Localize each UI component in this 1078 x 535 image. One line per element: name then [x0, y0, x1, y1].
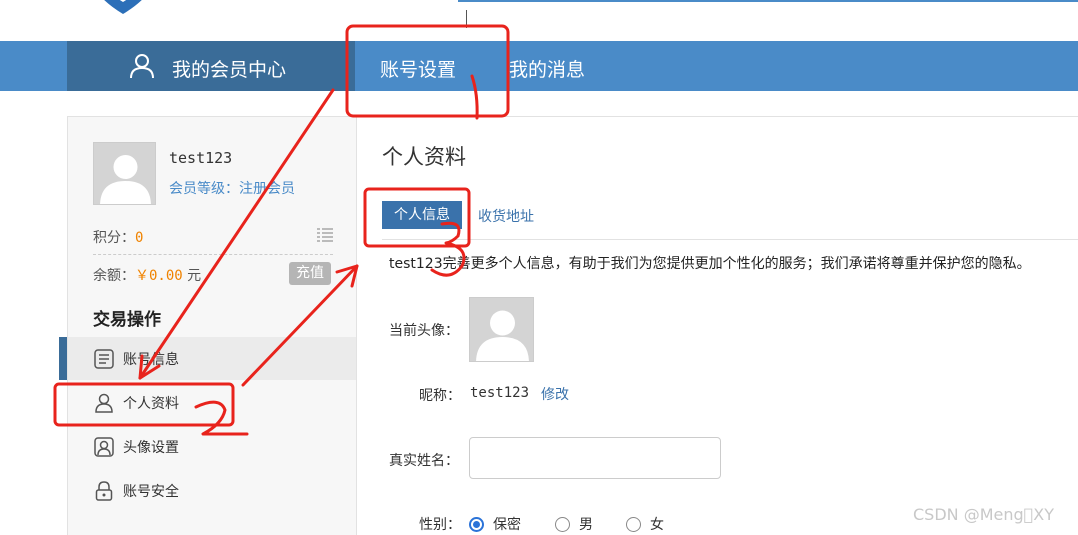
points-label: 积分：	[93, 230, 135, 246]
list-icon[interactable]	[317, 228, 333, 242]
nickname-label: 昵称：	[419, 388, 461, 404]
realname-label: 真实姓名：	[389, 453, 459, 469]
logo-icon	[104, 0, 142, 14]
balance-label: 余额：	[93, 268, 135, 284]
account-info-icon	[94, 348, 114, 369]
content-top-border	[357, 116, 1078, 117]
nav-member-center-label: 我的会员中心	[172, 59, 287, 81]
main-nav: 我的会员中心 账号设置 我的消息	[0, 41, 1078, 91]
recharge-button[interactable]: 充值	[289, 262, 331, 285]
balance-value: ￥0.00	[135, 268, 183, 284]
radio-checked-icon	[469, 516, 484, 532]
avatar	[93, 142, 156, 205]
avatar-placeholder-icon	[100, 155, 151, 204]
sidebar-item-label: 头像设置	[123, 439, 179, 456]
sidebar-item-label: 账号安全	[123, 483, 179, 500]
radio-unchecked-icon	[626, 516, 641, 532]
modify-nickname-link[interactable]: 修改	[541, 384, 569, 404]
person-icon	[95, 393, 113, 413]
tab-personal-info[interactable]: 个人信息	[382, 201, 462, 229]
realname-input[interactable]	[469, 437, 721, 479]
header-divider	[458, 0, 1078, 2]
page-title: 个人资料	[382, 145, 466, 169]
sidebar-item-account-info[interactable]: 账号信息	[59, 337, 356, 380]
lock-icon	[95, 480, 113, 501]
gender-option-label: 女	[650, 517, 664, 533]
gender-label: 性别：	[419, 517, 461, 533]
avatar-placeholder-icon	[476, 310, 529, 361]
gender-option-label: 保密	[493, 517, 521, 533]
sidebar-item-label: 个人资料	[123, 395, 179, 412]
nav-my-messages[interactable]: 我的消息	[509, 55, 585, 82]
radio-unchecked-icon	[555, 516, 570, 532]
gender-radio-secret[interactable]: 保密	[469, 514, 521, 534]
user-icon	[130, 54, 154, 79]
username: test123	[169, 149, 233, 167]
tab-shipping-address[interactable]: 收货地址	[478, 206, 534, 226]
points-value: 0	[135, 230, 144, 246]
gender-option-label: 男	[579, 517, 593, 533]
tab-divider	[382, 239, 1078, 240]
balance: 余额：￥0.00 元	[93, 265, 201, 285]
nickname-value: test123	[470, 385, 530, 401]
gender-radio-male[interactable]: 男	[555, 514, 593, 534]
section-title: 交易操作	[93, 310, 161, 330]
current-avatar-label: 当前头像：	[389, 323, 459, 339]
current-avatar[interactable]	[469, 297, 534, 362]
nav-account-settings[interactable]: 账号设置	[380, 55, 456, 82]
sidebar-item-label: 账号信息	[123, 351, 179, 368]
gender-radio-female[interactable]: 女	[626, 514, 664, 534]
header-separator	[466, 10, 467, 28]
points: 积分：0	[93, 227, 143, 247]
nav-member-center[interactable]: 我的会员中心	[67, 41, 355, 91]
intro-text: test123完善更多个人信息，有助于我们为您提供更加个性化的服务；我们承诺将尊…	[389, 256, 1031, 272]
divider	[93, 254, 333, 255]
sidebar: test123 会员等级：注册会员 积分：0 余额：￥0.00 元 充值 交易操…	[59, 116, 357, 535]
sidebar-item-account-security[interactable]: 账号安全	[68, 469, 356, 512]
sidebar-item-avatar-settings[interactable]: 头像设置	[68, 425, 356, 468]
member-level: 会员等级：注册会员	[169, 181, 295, 197]
portrait-icon	[94, 436, 114, 457]
balance-unit: 元	[187, 268, 202, 284]
sidebar-item-personal-profile[interactable]: 个人资料	[68, 381, 356, 424]
watermark: CSDN @Meng XY	[913, 505, 1054, 524]
